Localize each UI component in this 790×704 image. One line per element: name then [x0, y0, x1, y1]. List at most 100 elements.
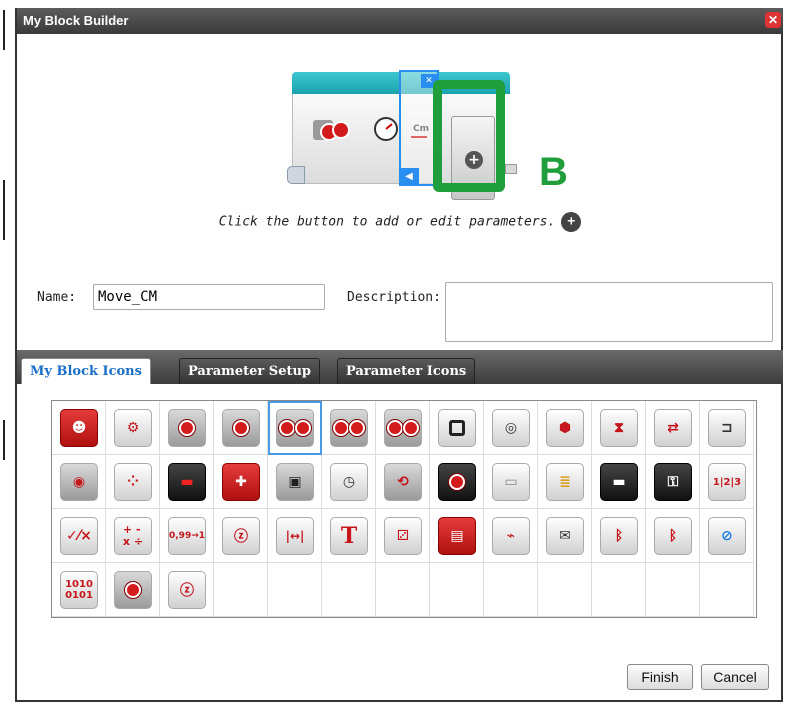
- icon-cell[interactable]: ⓩ: [214, 509, 268, 563]
- messaging-icon: ✉: [546, 517, 584, 555]
- edge-mark: [3, 180, 5, 240]
- description-input[interactable]: [445, 282, 773, 342]
- icon-cell[interactable]: [430, 455, 484, 509]
- dice-icon: ⚂: [384, 517, 422, 555]
- cancel-button[interactable]: Cancel: [701, 664, 769, 690]
- icon-cell[interactable]: [160, 401, 214, 455]
- empty-cell: [376, 563, 430, 617]
- icon-cell[interactable]: ⟲: [376, 455, 430, 509]
- icon-cell[interactable]: ⇄: [646, 401, 700, 455]
- empty-cell: [322, 563, 376, 617]
- icon-cell[interactable]: ▣: [268, 455, 322, 509]
- move-steering-icon: [276, 409, 314, 447]
- infrared-icon: ▬: [168, 463, 206, 501]
- icon-cell[interactable]: ᛒ: [592, 509, 646, 563]
- sleep-off-icon: ⊘: [708, 517, 746, 555]
- icon-cell[interactable]: ⌁: [484, 509, 538, 563]
- hint-plus-icon[interactable]: +: [561, 212, 582, 232]
- icon-cell[interactable]: T: [322, 509, 376, 563]
- finish-button[interactable]: Finish: [627, 664, 693, 690]
- empty-cell: [700, 563, 754, 617]
- gyro-icon: ⟲: [384, 463, 422, 501]
- icon-cell[interactable]: ⧗: [592, 401, 646, 455]
- tab-my-block-icons[interactable]: My Block Icons: [21, 358, 151, 384]
- icon-cell[interactable]: ⊘: [700, 509, 754, 563]
- icon-cell[interactable]: [322, 401, 376, 455]
- my-block-preview: Cm + ✕ ◀ B: [287, 70, 568, 200]
- motor-rotate-icon: [114, 571, 152, 609]
- icon-cell[interactable]: + - x ÷: [106, 509, 160, 563]
- edge-mark: [3, 10, 5, 50]
- name-input[interactable]: [93, 284, 325, 310]
- icon-cell[interactable]: ▤: [430, 509, 484, 563]
- empty-cell: [214, 563, 268, 617]
- icon-cell[interactable]: ▬: [160, 455, 214, 509]
- brick-display-icon: [438, 409, 476, 447]
- move-tank-gear-icon: [384, 409, 422, 447]
- icon-cell[interactable]: [430, 401, 484, 455]
- brain-red-icon: ☻: [60, 409, 98, 447]
- icon-cell[interactable]: 0,99→1: [160, 509, 214, 563]
- icon-cell[interactable]: ✉: [538, 509, 592, 563]
- empty-cell: [646, 563, 700, 617]
- sound-icon: ◎: [492, 409, 530, 447]
- icon-cell[interactable]: ⓩ: [160, 563, 214, 617]
- empty-cell: [268, 563, 322, 617]
- icon-cell[interactable]: ⬢: [538, 401, 592, 455]
- icon-cell[interactable]: ⚿: [646, 455, 700, 509]
- move-left-icon[interactable]: ◀: [399, 168, 419, 186]
- icon-cell-selected[interactable]: [268, 401, 322, 455]
- wave-icon: ⓩ: [168, 571, 206, 609]
- block-input-plug: [287, 166, 305, 184]
- tab-parameter-icons[interactable]: Parameter Icons: [337, 358, 476, 384]
- icon-cell[interactable]: ◎: [484, 401, 538, 455]
- motor-icon: [313, 120, 350, 141]
- tab-bar: My Block Icons Parameter Setup Parameter…: [17, 350, 783, 384]
- icon-cell[interactable]: ⁘: [106, 455, 160, 509]
- text-icon: T: [330, 517, 368, 555]
- case-lock-icon: ⚿: [654, 463, 692, 501]
- array-icon: 1|2|3: [708, 463, 746, 501]
- background-edge: [0, 0, 15, 704]
- brick-buttons-icon: ⬢: [546, 409, 584, 447]
- bluetooth-icon: ᛒ: [600, 517, 638, 555]
- icon-cell[interactable]: |↔|: [268, 509, 322, 563]
- icon-cell[interactable]: ⊐: [700, 401, 754, 455]
- binary-icon: 1010 0101: [60, 571, 98, 609]
- loop-stop-icon: ⇄: [654, 409, 692, 447]
- icon-cell[interactable]: ☻: [52, 401, 106, 455]
- icon-cell[interactable]: ⚙: [106, 401, 160, 455]
- annotation-highlight-box: [433, 80, 505, 192]
- icon-cell[interactable]: ⚂: [376, 509, 430, 563]
- icon-cell[interactable]: 1|2|3: [700, 455, 754, 509]
- icon-cell[interactable]: 1010 0101: [52, 563, 106, 617]
- case-icon: ▬: [600, 463, 638, 501]
- stopwatch-icon: ◷: [330, 463, 368, 501]
- icon-cell[interactable]: ≣: [538, 455, 592, 509]
- tab-parameter-setup[interactable]: Parameter Setup: [179, 358, 321, 384]
- math-check-icon: ✓⁄×: [60, 517, 98, 555]
- icon-cell[interactable]: ✚: [214, 455, 268, 509]
- icon-cell[interactable]: ▭: [484, 455, 538, 509]
- icon-cell[interactable]: [106, 563, 160, 617]
- range-icon: |↔|: [276, 517, 314, 555]
- block-preview: Cm + ✕ ◀ B Click the button to add or ed…: [17, 34, 783, 232]
- block-output-connector: [505, 164, 517, 174]
- icon-cell[interactable]: ◷: [322, 455, 376, 509]
- icon-cell[interactable]: ✓⁄×: [52, 509, 106, 563]
- icon-cell[interactable]: ◉: [52, 455, 106, 509]
- math-ops-icon: + - x ÷: [114, 517, 152, 555]
- ultrasonic-icon: ◉: [60, 463, 98, 501]
- empty-cell: [592, 563, 646, 617]
- icon-cell[interactable]: [214, 401, 268, 455]
- icon-cell[interactable]: [376, 401, 430, 455]
- description-label: Description:: [347, 290, 441, 305]
- round-icon: 0,99→1: [168, 517, 206, 555]
- close-button[interactable]: ✕: [765, 12, 781, 28]
- icon-grid-cells: ☻ ⚙ ◎ ⬢ ⧗ ⇄ ⊐ ◉ ⁘ ▬ ✚ ▣ ◷ ⟲ ▭ ≣ ▬ ⚿ 1|2|…: [52, 401, 756, 617]
- datalog-icon: ⌁: [492, 517, 530, 555]
- motor-large-icon: [168, 409, 206, 447]
- icon-cell[interactable]: ᛒ: [646, 509, 700, 563]
- icon-cell[interactable]: ▬: [592, 455, 646, 509]
- color-sensor-icon: ⁘: [114, 463, 152, 501]
